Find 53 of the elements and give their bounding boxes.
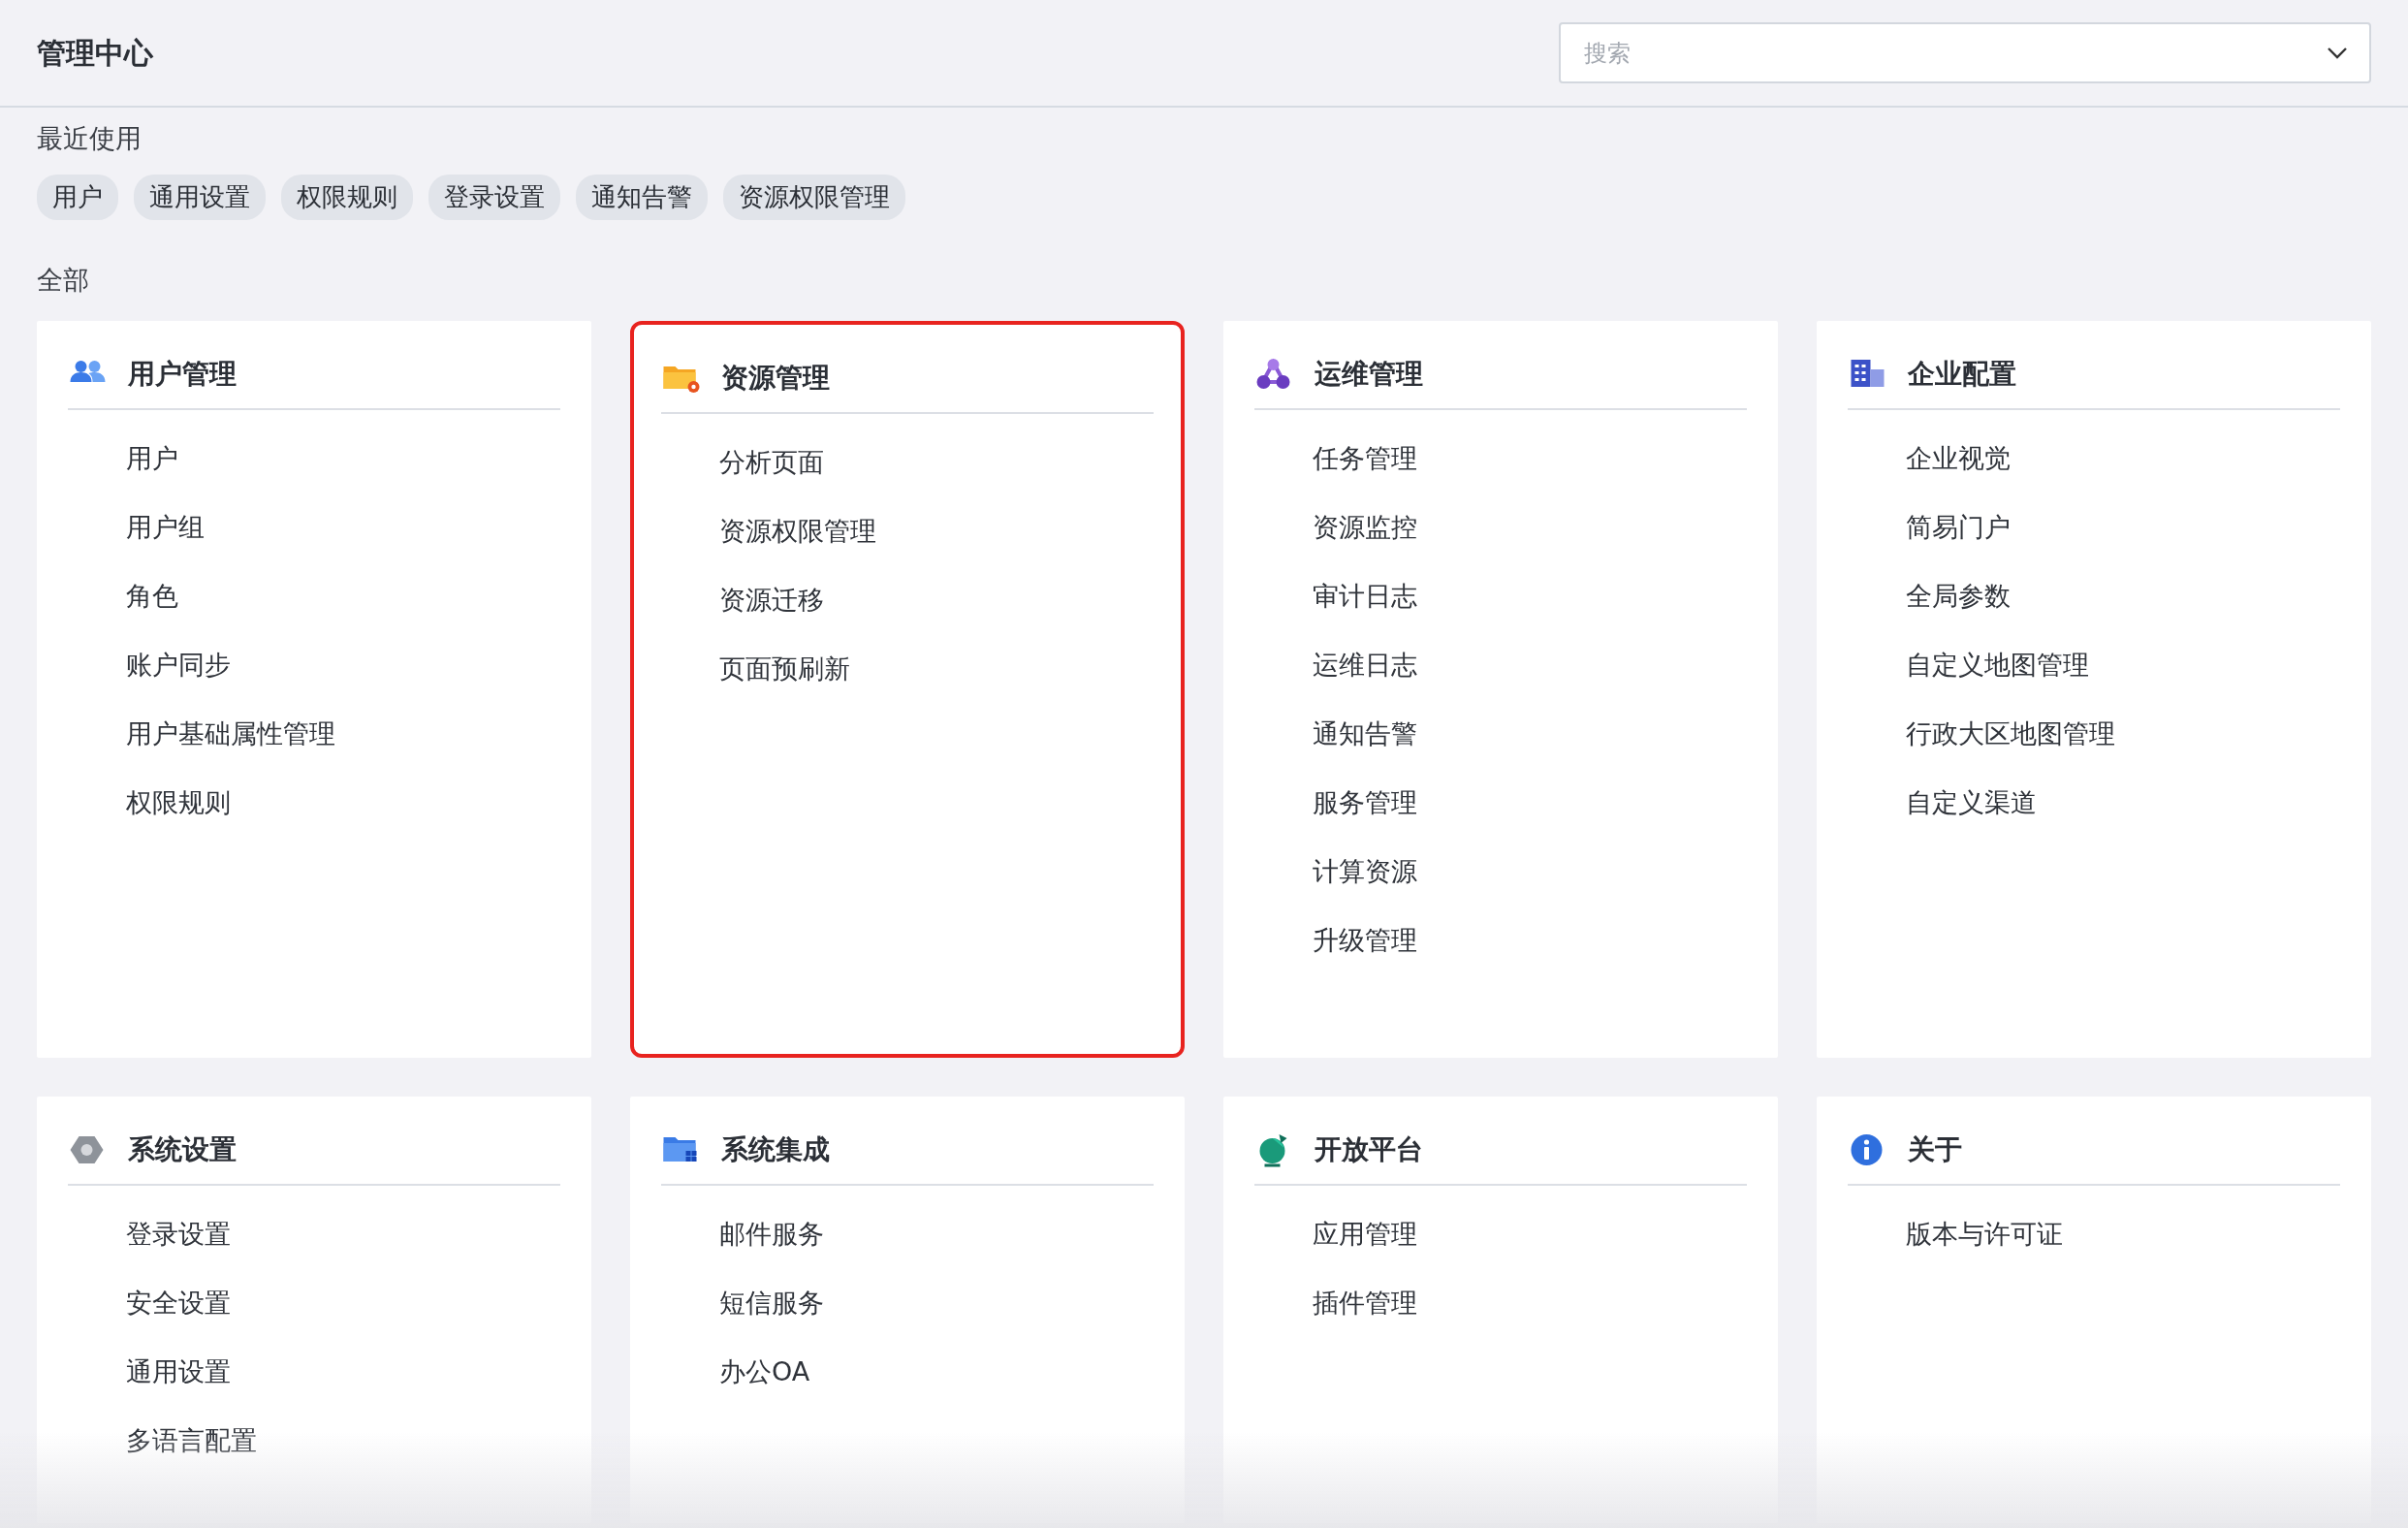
menu-link[interactable]: 通知告警 (1313, 718, 1417, 748)
menu-link[interactable]: 插件管理 (1313, 1288, 1417, 1318)
section-label: 最近使用 (37, 122, 143, 155)
menu-link[interactable]: 服务管理 (1313, 787, 1417, 817)
menu-link[interactable]: 短信服务 (719, 1288, 824, 1318)
card-title: 系统设置 (128, 1132, 237, 1167)
menu-link[interactable]: 计算资源 (1313, 856, 1417, 886)
card-title: 开放平台 (1315, 1132, 1423, 1167)
recent-chip[interactable]: 登录设置 (428, 174, 560, 220)
recent-chip[interactable]: 通用设置 (134, 174, 266, 220)
menu-link[interactable]: 行政大区地图管理 (1906, 718, 2115, 748)
card-title: 运维管理 (1315, 357, 1423, 392)
menu-link[interactable]: 升级管理 (1313, 925, 1417, 955)
menu-link[interactable]: 全局参数 (1906, 581, 2011, 611)
menu-link[interactable]: 安全设置 (126, 1288, 231, 1318)
menu-link[interactable]: 自定义地图管理 (1906, 650, 2089, 680)
menu-link[interactable]: 资源迁移 (719, 585, 824, 615)
card-title: 用户管理 (128, 357, 237, 392)
recent-chip[interactable]: 资源权限管理 (723, 174, 905, 220)
menu-link[interactable]: 通用设置 (126, 1356, 231, 1386)
menu-link[interactable]: 角色 (126, 581, 178, 611)
menu-link[interactable]: 任务管理 (1313, 443, 1417, 473)
menu-link[interactable]: 简易门户 (1906, 512, 2011, 542)
menu-link[interactable]: 运维日志 (1313, 650, 1417, 680)
menu-link[interactable]: 用户基础属性管理 (126, 718, 335, 748)
recent-chip[interactable]: 用户 (37, 174, 118, 220)
page-title: 管理中心 (37, 35, 153, 72)
card-title: 关于 (1908, 1132, 1962, 1167)
menu-link[interactable]: 应用管理 (1313, 1219, 1417, 1249)
recent-chip[interactable]: 通知告警 (576, 174, 708, 220)
menu-link[interactable]: 多语言配置 (126, 1425, 257, 1455)
recent-chip[interactable]: 权限规则 (281, 174, 413, 220)
menu-link[interactable]: 登录设置 (126, 1219, 231, 1249)
menu-link[interactable]: 用户 (126, 443, 178, 473)
section-label: 全部 (37, 263, 90, 297)
chevron-down-icon (2327, 47, 2348, 60)
menu-link[interactable]: 权限规则 (126, 787, 231, 817)
menu-link[interactable]: 自定义渠道 (1906, 787, 2037, 817)
menu-link[interactable]: 账户同步 (126, 650, 231, 680)
menu-link[interactable]: 企业视觉 (1906, 443, 2011, 473)
menu-link[interactable]: 分析页面 (719, 447, 824, 477)
menu-link[interactable]: 审计日志 (1313, 581, 1417, 611)
menu-link[interactable]: 资源权限管理 (719, 516, 876, 546)
card-title: 企业配置 (1908, 357, 2016, 392)
card-title: 资源管理 (721, 361, 830, 396)
menu-link[interactable]: 办公OA (719, 1356, 810, 1386)
card-title: 系统集成 (721, 1132, 830, 1167)
search-field[interactable]: 搜索 (1559, 22, 2371, 83)
menu-link[interactable]: 页面预刷新 (719, 653, 850, 684)
menu-link[interactable]: 资源监控 (1313, 512, 1417, 542)
menu-link[interactable]: 用户组 (126, 512, 205, 542)
menu-link[interactable]: 版本与许可证 (1906, 1219, 2063, 1249)
menu-link[interactable]: 邮件服务 (719, 1219, 824, 1249)
